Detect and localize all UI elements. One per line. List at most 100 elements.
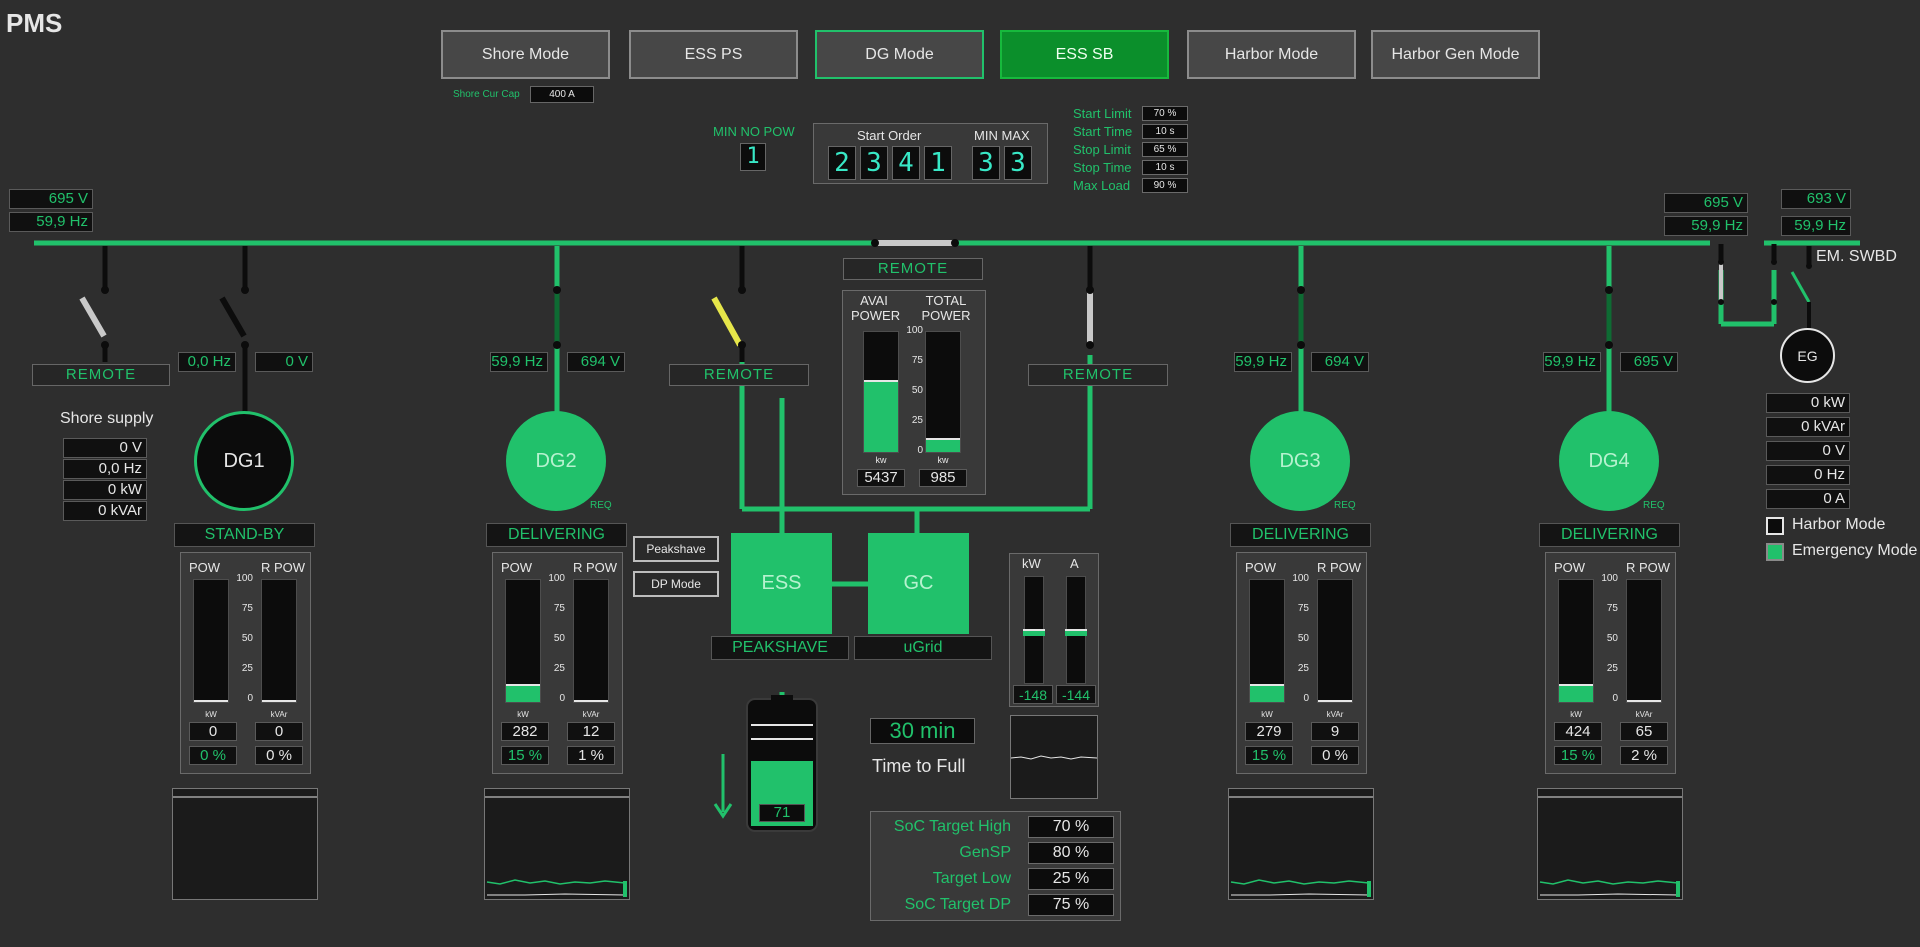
gc-block-label: GC: [903, 572, 934, 594]
gen-voltage: 694 V: [567, 352, 625, 372]
pow-bar-fill: [194, 700, 228, 702]
power-panel: AVAI POWER TOTAL POWER 100 75 50 25 0 kw…: [842, 290, 986, 495]
emergency-mode-checkbox[interactable]: [1766, 543, 1784, 561]
remote-ess-port[interactable]: REMOTE: [669, 364, 809, 386]
bus-right-voltage: 695 V: [1664, 193, 1748, 213]
tick-label: 0: [247, 693, 253, 704]
generator-dg2[interactable]: DG2: [506, 411, 606, 511]
gen-trend-chart: [172, 788, 318, 900]
rpow-bar: [573, 579, 609, 703]
shore-kw: 0 kW: [63, 480, 147, 500]
gen-trend-svg: [1229, 796, 1373, 897]
kvar-unit: kVAr: [270, 710, 288, 719]
bus-left-frequency: 59,9 Hz: [9, 212, 93, 232]
gen-kw-percent: 15 %: [501, 746, 549, 765]
pow-label: POW: [501, 560, 533, 575]
gen-kvar-value: 65: [1620, 722, 1668, 741]
soc-target-value[interactable]: 25 %: [1028, 868, 1114, 890]
battery-marker: [751, 724, 813, 726]
tick-label: 25: [241, 663, 253, 674]
gen-power-panel: POW R POW 100 75 50 25 0 kW kVAr 282 12 …: [492, 552, 623, 774]
dp-mode-button[interactable]: DP Mode: [633, 571, 719, 597]
remote-ess-stbd[interactable]: REMOTE: [1028, 364, 1168, 386]
tick-label: 100: [1292, 573, 1309, 584]
emergency-generator[interactable]: EG: [1780, 328, 1835, 383]
rpow-bar: [1317, 579, 1353, 703]
unit-label: kw: [937, 455, 949, 465]
generator-label: DG4: [1588, 449, 1630, 472]
rpow-label: R POW: [1626, 560, 1671, 575]
gen-frequency: 59,9 Hz: [1543, 352, 1601, 372]
gc-block[interactable]: GC: [868, 533, 969, 634]
soc-target-value[interactable]: 80 %: [1028, 842, 1114, 864]
pow-label: POW: [189, 560, 221, 575]
shore-voltage: 0 V: [63, 438, 147, 458]
generator-dg1[interactable]: DG1: [194, 411, 294, 511]
tick-label: 100: [548, 573, 565, 584]
soc-target-value[interactable]: 70 %: [1028, 816, 1114, 838]
gen-power-panel: POW R POW 100 75 50 25 0 kW kVAr 279 9 1…: [1236, 552, 1367, 774]
gen-trend-chart: [484, 788, 630, 900]
gen-kvar-percent: 0 %: [255, 746, 303, 765]
emergency-generator-label: EG: [1797, 347, 1818, 364]
eg-kw: 0 kW: [1766, 393, 1850, 413]
kvar-unit: kVAr: [1326, 710, 1344, 719]
generator-label: DG3: [1279, 449, 1321, 472]
gc-mode-status: uGrid: [854, 636, 992, 660]
harbor-mode-checkbox[interactable]: [1766, 517, 1784, 535]
pow-bar-fill: [1250, 683, 1284, 702]
soc-targets-panel: SoC Target High 70 % GenSP 80 % Target L…: [870, 811, 1121, 921]
eg-kvar: 0 kVAr: [1766, 417, 1850, 437]
rpow-bar-fill: [1318, 700, 1352, 702]
tick-label: 75: [911, 355, 923, 366]
gen-state: DELIVERING: [1230, 523, 1371, 547]
em-swbd-label: EM. SWBD: [1816, 248, 1897, 265]
dp-mode-button-label: DP Mode: [651, 577, 701, 591]
time-to-full-label: Time to Full: [872, 756, 966, 776]
bus-left-voltage: 695 V: [9, 189, 93, 209]
generator-dg3[interactable]: DG3: [1250, 411, 1350, 511]
pow-bar-fill: [1559, 683, 1593, 702]
gen-trend-svg: [173, 796, 317, 798]
gen-frequency: 59,9 Hz: [490, 352, 548, 372]
peakshave-button[interactable]: Peakshave: [633, 536, 719, 562]
harbor-mode-label: Harbor Mode: [1792, 516, 1886, 533]
tick-label: 0: [1612, 693, 1618, 704]
tick-label: 0: [1303, 693, 1309, 704]
unit-label: kw: [875, 455, 887, 465]
gen-req-label: REQ: [1643, 500, 1665, 511]
ess-block-label: ESS: [761, 572, 802, 594]
avai-power-label: AVAI POWER: [851, 293, 901, 323]
generator-dg4[interactable]: DG4: [1559, 411, 1659, 511]
gen-kw-value: 424: [1554, 722, 1602, 741]
kw-unit: kW: [1570, 710, 1582, 719]
tick-label: 100: [236, 573, 253, 584]
gen-power-panel: POW R POW 100 75 50 25 0 kW kVAr 424 65 …: [1545, 552, 1676, 774]
bus-right-frequency: 59,9 Hz: [1664, 216, 1748, 236]
pow-bar-fill: [506, 683, 540, 702]
ess-block[interactable]: ESS: [731, 533, 832, 634]
gen-power-panel: POW R POW 100 75 50 25 0 kW kVAr 0 0 0 %…: [180, 552, 311, 774]
soc-target-value[interactable]: 75 %: [1028, 894, 1114, 916]
generator-label: DG2: [535, 449, 577, 472]
gen-req-label: REQ: [590, 500, 612, 511]
tick-label: 25: [911, 415, 923, 426]
gen-trend-chart: [1537, 788, 1683, 900]
tick-label: 0: [559, 693, 565, 704]
ess-a-bar-indicator: [1065, 629, 1087, 636]
pow-bar: [1249, 579, 1285, 703]
rpow-label: R POW: [261, 560, 306, 575]
gen-kw-value: 279: [1245, 722, 1293, 741]
total-power-bar-fill: [926, 437, 960, 452]
peakshave-button-label: Peakshave: [646, 542, 706, 556]
soc-target-label: SoC Target High: [893, 818, 1011, 835]
remote-bus-tie[interactable]: REMOTE: [843, 258, 983, 280]
tick-label: 25: [553, 663, 565, 674]
pow-bar: [1558, 579, 1594, 703]
gen-kw-percent: 0 %: [189, 746, 237, 765]
gen-kw-value: 282: [501, 722, 549, 741]
total-power-value: 985: [919, 469, 967, 487]
kvar-unit: kVAr: [1635, 710, 1653, 719]
remote-shore[interactable]: REMOTE: [32, 364, 170, 386]
avai-power-bar-fill: [864, 380, 898, 452]
